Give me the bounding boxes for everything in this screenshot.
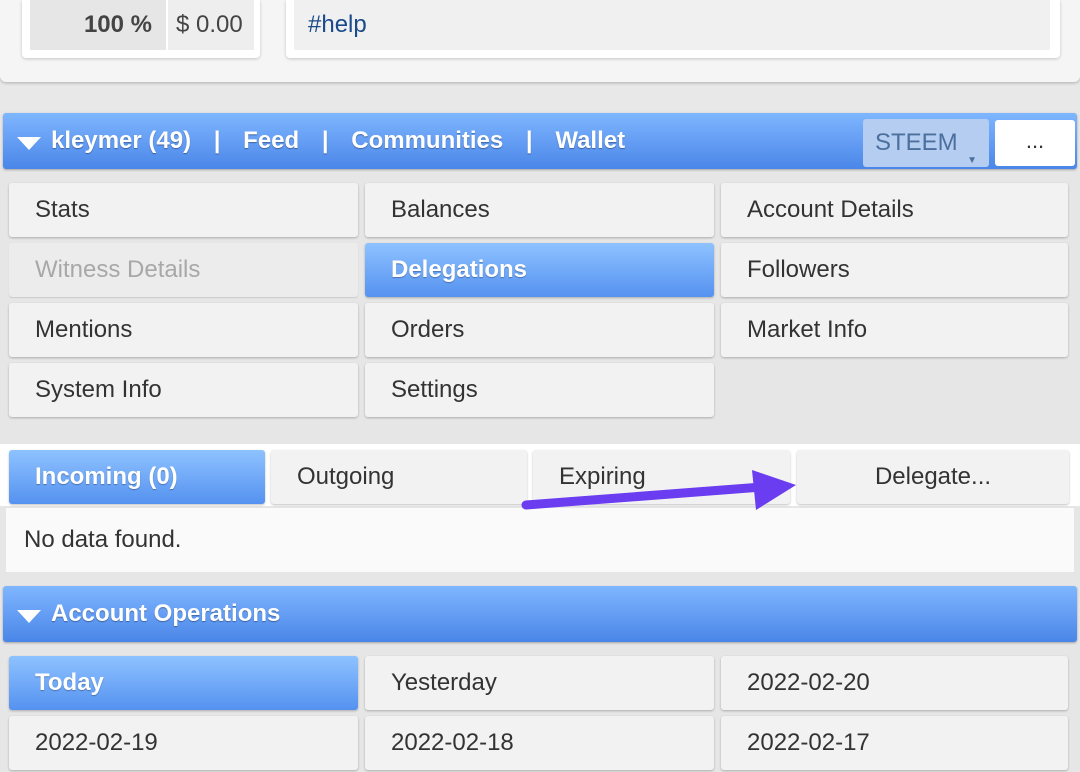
menu-mentions[interactable]: Mentions: [9, 303, 358, 357]
account-header: kleymer (49) | Feed | Communities | Wall…: [3, 113, 1077, 169]
menu-witness-details: Witness Details: [9, 243, 358, 297]
account-panel: kleymer (49) | Feed | Communities | Wall…: [0, 110, 1080, 585]
menu-system-info[interactable]: System Info: [9, 363, 358, 417]
account-link[interactable]: kleymer (49): [51, 113, 191, 169]
day-today[interactable]: Today: [9, 656, 358, 710]
menu-followers[interactable]: Followers: [721, 243, 1068, 297]
operations-header: Account Operations: [3, 586, 1077, 642]
day-2022-02-19[interactable]: 2022-02-19: [9, 716, 358, 770]
menu-delegations[interactable]: Delegations: [365, 243, 714, 297]
delegate-button[interactable]: Delegate...: [797, 450, 1069, 504]
vote-summary-card: 100 % $ 0.00 #help: [0, 0, 1080, 82]
menu-market-info[interactable]: Market Info: [721, 303, 1068, 357]
menu-settings[interactable]: Settings: [365, 363, 714, 417]
menu-balances[interactable]: Balances: [365, 183, 714, 237]
delegation-tabs: Incoming (0) Outgoing Expiring Delegate.…: [0, 444, 1080, 506]
account-nav: kleymer (49) | Feed | Communities | Wall…: [51, 113, 625, 169]
empty-state-message: No data found.: [6, 508, 1074, 572]
currency-label: STEEM: [875, 129, 958, 156]
wallet-link[interactable]: Wallet: [555, 113, 625, 169]
nav-separator: |: [213, 127, 221, 154]
menu-orders[interactable]: Orders: [365, 303, 714, 357]
nav-separator: |: [525, 127, 533, 154]
menu-stats[interactable]: Stats: [9, 183, 358, 237]
nav-separator: |: [321, 127, 329, 154]
caret-down-icon: ▼: [967, 155, 977, 166]
feed-link[interactable]: Feed: [243, 113, 299, 169]
day-2022-02-20[interactable]: 2022-02-20: [721, 656, 1068, 710]
day-2022-02-18[interactable]: 2022-02-18: [365, 716, 714, 770]
tab-outgoing[interactable]: Outgoing: [271, 450, 527, 504]
vote-stats: 100 % $ 0.00: [22, 0, 260, 58]
day-yesterday[interactable]: Yesterday: [365, 656, 714, 710]
tab-incoming[interactable]: Incoming (0): [9, 450, 265, 504]
menu-account-details[interactable]: Account Details: [721, 183, 1068, 237]
tag-link[interactable]: #help: [294, 0, 1050, 50]
collapse-triangle-icon[interactable]: [17, 610, 41, 623]
tab-expiring[interactable]: Expiring: [533, 450, 790, 504]
vote-value: $ 0.00: [168, 0, 254, 50]
tag-box: #help: [286, 0, 1060, 58]
vote-percent: 100 %: [30, 0, 166, 50]
day-2022-02-17[interactable]: 2022-02-17: [721, 716, 1068, 770]
operations-title: Account Operations: [51, 600, 281, 627]
more-button[interactable]: ...: [995, 120, 1075, 166]
communities-link[interactable]: Communities: [351, 113, 503, 169]
collapse-triangle-icon[interactable]: [17, 137, 41, 150]
currency-select[interactable]: STEEM ▼: [863, 119, 989, 167]
account-operations-panel: Account Operations Today Yesterday 2022-…: [0, 586, 1080, 772]
